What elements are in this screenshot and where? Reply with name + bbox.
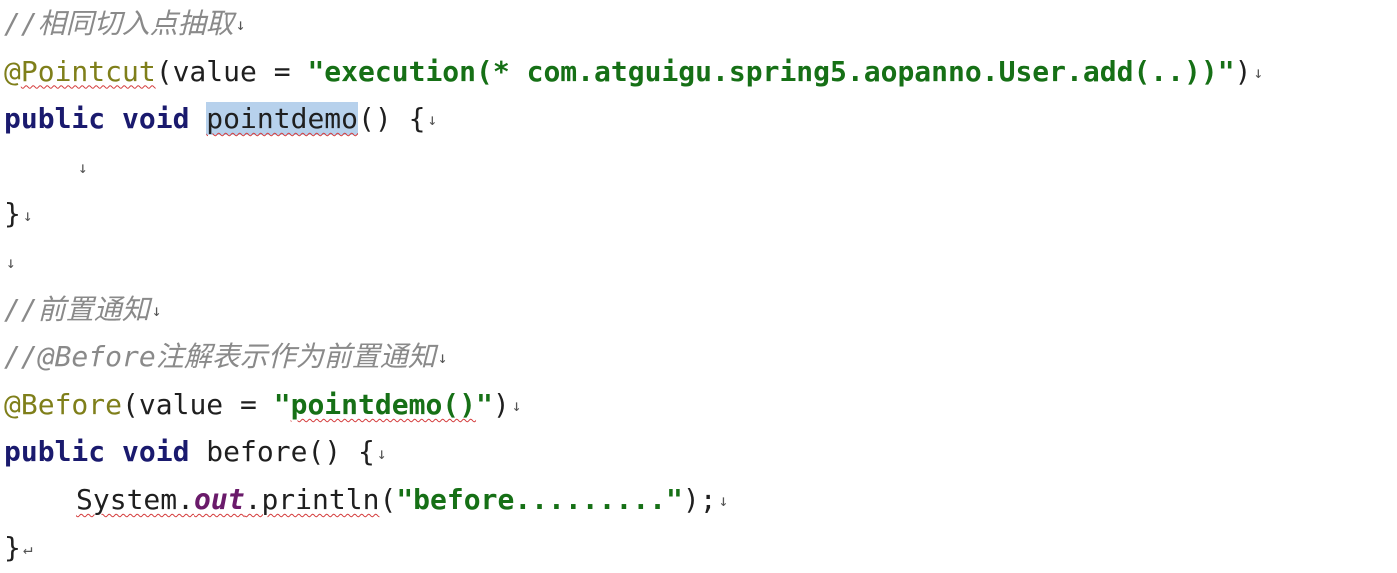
code-token: //相同切入点抽取 [4,7,234,40]
code-token: () { [307,435,375,469]
code-token: " [476,387,493,421]
line-break-mark: ↓ [22,205,33,225]
code-token: //@Before注解表示作为前置通知 [4,340,436,374]
code-token: @Before [4,387,123,421]
code-token: before [206,435,308,469]
line-break-mark: ↓ [151,300,162,320]
code-token: System. [76,482,195,516]
line-break-mark: ↓ [78,157,88,177]
code-token: } [4,530,21,564]
code-line[interactable]: } ↓ [4,190,1397,238]
code-line[interactable]: System.out.println("before........."); ↓ [4,476,1397,524]
line-break-mark: ↓ [376,443,387,463]
code-token: .println [244,482,380,516]
code-token: public void [4,435,207,469]
code-token: "execution(* com.atguigu.spring5.aopanno… [307,54,1235,88]
line-break-mark: ↵ [22,538,33,558]
code-line[interactable]: //前置通知 ↓ [4,286,1397,334]
code-line[interactable]: ↓ [4,238,1397,286]
line-break-mark: ↓ [437,348,448,368]
code-token: "before........." [396,482,683,516]
code-token: out [194,482,245,516]
code-token: " [273,387,291,421]
line-break-mark: ↓ [511,395,522,415]
code-token: ); [682,482,717,516]
code-token: () { [358,102,426,136]
code-line[interactable]: @Pointcut(value = "execution(* com.atgui… [4,48,1397,96]
code-line[interactable]: ↓ [4,143,1397,191]
code-token: Pointcut [20,54,156,88]
line-break-mark: ↓ [427,110,438,130]
code-token: //前置通知 [4,292,150,326]
line-break-mark: ↓ [718,491,729,511]
code-token: ) [492,387,510,421]
line-break-mark: ↓ [6,253,16,273]
code-token: @ [4,54,21,88]
code-token: pointdemo() [290,387,477,421]
code-line[interactable]: //相同切入点抽取 ↓ [4,0,1397,48]
code-token: ( [379,482,397,516]
code-token: (value = [155,54,308,88]
line-break-mark: ↓ [235,15,246,35]
code-token: ) [1234,54,1252,88]
code-token: public void [4,102,207,136]
code-token: } [4,197,21,231]
code-line[interactable]: @Before(value = "pointdemo()") ↓ [4,381,1397,429]
code-line[interactable]: } ↵ [4,524,1397,572]
code-token: pointdemo [206,102,359,136]
code-line[interactable]: //@Before注解表示作为前置通知 ↓ [4,333,1397,381]
line-break-mark: ↓ [1253,62,1264,82]
code-token: (value = [122,387,274,421]
code-editor[interactable]: //相同切入点抽取 ↓ @Pointcut(value = "execution(*… [0,0,1397,573]
code-line[interactable]: public void before() {↓ [4,428,1397,476]
code-line[interactable]: public void pointdemo() {↓ [4,95,1397,143]
